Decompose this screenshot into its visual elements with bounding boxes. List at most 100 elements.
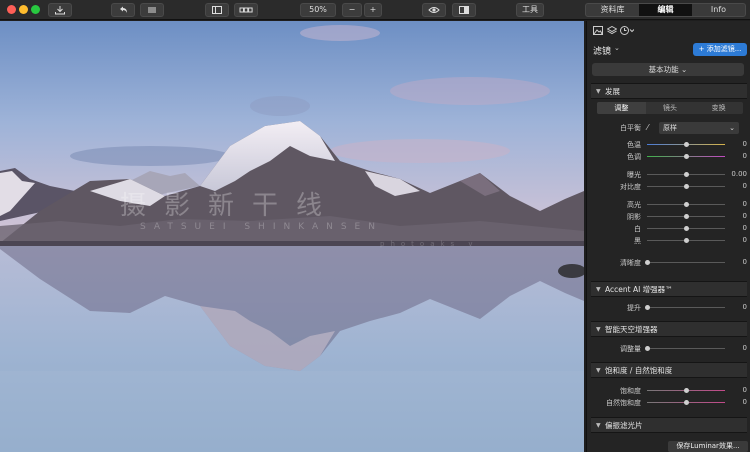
section-accent-ai-title: Accent AI 增强器™ (605, 285, 673, 294)
slider-label: 曝光 (627, 171, 641, 179)
chevron-updown-icon: ⌄ (729, 124, 735, 132)
slider-value: 0 (742, 386, 747, 394)
slider-value: 0 (742, 398, 747, 406)
slider-knob[interactable] (684, 142, 689, 147)
tab-library[interactable]: 资料库 (586, 4, 639, 16)
collapse-arrow-icon: ▼ (596, 367, 601, 374)
filmstrip-icon (239, 7, 253, 13)
save-luminar-look-button[interactable]: 保存Luminar效果... (668, 441, 748, 452)
slider-value: 0 (742, 224, 747, 232)
minimize-window-button[interactable] (19, 5, 28, 14)
eyedropper-icon[interactable]: ⁄ (647, 123, 657, 133)
slider-knob[interactable] (684, 400, 689, 405)
toolbar: 50% − + 工具 资料库 编辑 Info (0, 0, 750, 20)
slider-value: 0.00 (731, 170, 747, 178)
slider-track[interactable] (647, 172, 725, 177)
tab-edit[interactable]: 编辑 (639, 4, 692, 16)
section-polarizer[interactable]: ▼ 偏振滤光片 (591, 417, 747, 433)
slider-row: 提升 0 (587, 302, 750, 313)
slider-track[interactable] (647, 142, 725, 147)
slider-track[interactable] (647, 388, 725, 393)
panel-icon-row (587, 21, 750, 39)
sidebar-icon (212, 6, 222, 14)
slider-value: 0 (742, 152, 747, 160)
slider-track[interactable] (645, 260, 725, 265)
collapse-arrow-icon: ▼ (596, 286, 601, 293)
eye-icon (428, 7, 440, 13)
collapse-arrow-icon: ▼ (596, 326, 601, 333)
watermark-url: photoaks v (380, 240, 479, 248)
photo-canvas[interactable] (0, 21, 584, 452)
slider-row: 白0 (587, 223, 750, 234)
section-accent-ai[interactable]: ▼ Accent AI 增强器™ (591, 281, 747, 297)
slider-value: 0 (742, 303, 747, 311)
filmstrip-button[interactable] (234, 3, 258, 17)
slider-row: 色调 0 (587, 151, 750, 162)
import-button[interactable] (48, 3, 72, 17)
subtab-adjust[interactable]: 调整 (597, 102, 646, 114)
slider-knob[interactable] (645, 346, 650, 351)
sidebar-toggle-button[interactable] (205, 3, 229, 17)
slider-track[interactable] (645, 305, 725, 310)
add-filter-button[interactable]: + 添加滤镜... (693, 43, 747, 56)
slider-row: 黑0 (587, 235, 750, 246)
section-develop-title: 发展 (605, 87, 620, 96)
undo-button[interactable] (111, 3, 135, 17)
slider-track[interactable] (647, 154, 725, 159)
slider-track[interactable] (647, 226, 725, 231)
slider-knob[interactable] (684, 388, 689, 393)
slider-knob[interactable] (645, 260, 650, 265)
section-develop[interactable]: ▼ 发展 (591, 83, 747, 99)
slider-knob[interactable] (684, 226, 689, 231)
section-sky[interactable]: ▼ 智能天空增强器 (591, 321, 747, 337)
landscape-photo (0, 21, 584, 452)
slider-knob[interactable] (684, 238, 689, 243)
slider-row: 色温 0 (587, 139, 750, 150)
history-icon[interactable] (620, 26, 634, 35)
chevron-down-icon[interactable]: ⌄ (614, 44, 620, 52)
slider-label: 饱和度 (620, 387, 641, 395)
collapse-arrow-icon: ▼ (596, 422, 601, 429)
watermark-text: 摄影新干线 (120, 191, 341, 221)
slider-knob[interactable] (684, 154, 689, 159)
subtab-lens[interactable]: 镜头 (646, 102, 695, 114)
slider-row: 饱和度 0 (587, 385, 750, 396)
slider-track[interactable] (647, 238, 725, 243)
slider-label: 黑 (634, 237, 641, 245)
slider-row: 清晰度 0 (587, 257, 750, 268)
basic-functions-dropdown[interactable]: 基本功能 ⌄ (592, 63, 744, 76)
zoom-out-button[interactable]: − (342, 3, 362, 17)
filters-header: 滤镜 ⌄ + 添加滤镜... (587, 41, 750, 59)
layers-icon[interactable] (607, 26, 617, 35)
compare-button[interactable] (452, 3, 476, 17)
zoom-in-button[interactable]: + (364, 3, 382, 17)
develop-subtabs: 调整 镜头 变换 (597, 102, 743, 114)
slider-track[interactable] (647, 400, 725, 405)
slider-knob[interactable] (684, 172, 689, 177)
history-menu-button[interactable] (140, 3, 164, 17)
white-balance-select[interactable]: 原样 ⌄ (659, 122, 739, 134)
section-sky-title: 智能天空增强器 (605, 325, 658, 334)
slider-label: 提升 (627, 304, 641, 312)
slider-row: 曝光 0.00 (587, 169, 750, 180)
section-saturation[interactable]: ▼ 饱和度 / 自然饱和度 (591, 362, 747, 378)
white-balance-label: 白平衡 (620, 124, 641, 132)
slider-value: 0 (742, 258, 747, 266)
subtab-transform[interactable]: 变换 (694, 102, 743, 114)
slider-track[interactable] (645, 346, 725, 351)
image-icon[interactable] (593, 26, 603, 35)
watermark-subtext: SATSUEI SHINKANSEN (140, 222, 383, 232)
tools-menu-button[interactable]: 工具 (516, 3, 544, 17)
slider-label: 白 (634, 225, 641, 233)
tab-info[interactable]: Info (692, 4, 745, 16)
zoom-level-select[interactable]: 50% (300, 3, 336, 17)
filters-title[interactable]: 滤镜 (593, 44, 611, 57)
preview-button[interactable] (422, 3, 446, 17)
slider-value: 0 (742, 236, 747, 244)
section-saturation-title: 饱和度 / 自然饱和度 (605, 366, 673, 375)
zoom-window-button[interactable] (31, 5, 40, 14)
close-window-button[interactable] (7, 5, 16, 14)
slider-knob[interactable] (645, 305, 650, 310)
slider-label: 调整量 (620, 345, 641, 353)
adjustments-panel: 滤镜 ⌄ + 添加滤镜... 基本功能 ⌄ ▼ 发展 调整 镜头 变换 白平衡 … (586, 21, 750, 452)
